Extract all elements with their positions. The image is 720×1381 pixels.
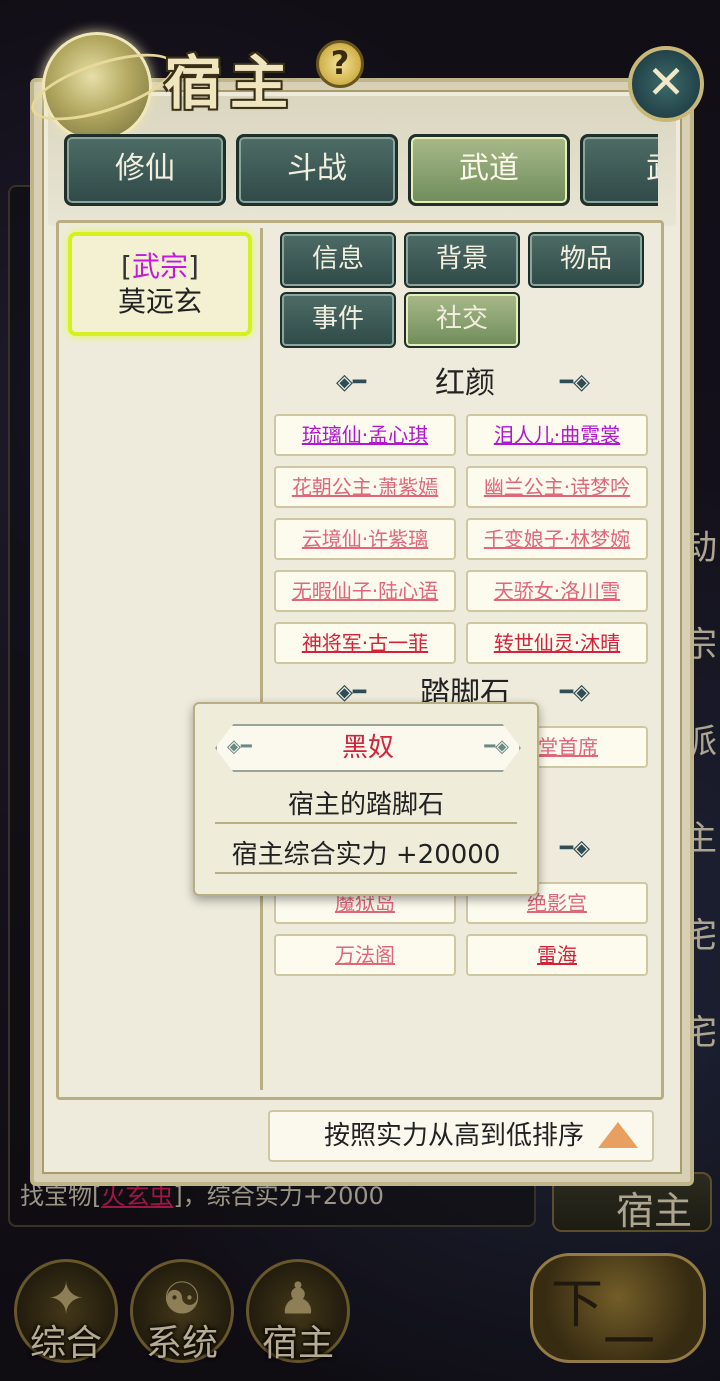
tooltip-description: 宿主的踏脚石: [287, 790, 444, 820]
subtab-social[interactable]: 社交: [404, 292, 520, 348]
subtab-background[interactable]: 背景: [404, 232, 520, 288]
diamond-right-icon: ━◈: [559, 680, 590, 705]
panel-title: 宿主: [164, 49, 297, 117]
beauty-chip[interactable]: 无暇仙子·陆心语: [274, 570, 456, 612]
beauty-chip[interactable]: 转世仙灵·沐晴: [466, 622, 648, 664]
subtab-info[interactable]: 信息: [280, 232, 396, 288]
sort-label: 按照实力从高到低排序: [323, 1121, 584, 1151]
host-sect-name: 武宗: [131, 250, 188, 283]
beauty-chip[interactable]: 琉璃仙·孟心琪: [274, 414, 456, 456]
subtab-events[interactable]: 事件: [280, 292, 396, 348]
enemy-chip[interactable]: 雷海: [466, 934, 648, 976]
diamond-right-icon: ━◈: [559, 836, 590, 861]
beauty-chip[interactable]: 云境仙·许紫璃: [274, 518, 456, 560]
section-beauties-title: 红颜: [435, 366, 495, 401]
column-divider: [260, 228, 263, 1090]
beauty-chip[interactable]: 泪人儿·曲霓裳: [466, 414, 648, 456]
close-button[interactable]: ✕: [628, 46, 704, 122]
beauty-chip[interactable]: 千变娘子·林梦婉: [466, 518, 648, 560]
tooltip-divider: [215, 872, 517, 874]
host-sect: [武宗]: [121, 250, 199, 283]
tooltip-divider: [215, 822, 517, 824]
sort-ascending-icon: [598, 1122, 638, 1148]
tab-battle[interactable]: 斗战: [236, 134, 398, 206]
main-tabs: 修仙 斗战 武道 武: [64, 134, 658, 208]
diamond-right-icon: ━◈: [559, 370, 590, 395]
tab-martial[interactable]: 武道: [408, 134, 570, 206]
tooltip-effect: 宿主综合实力 +20000: [231, 840, 501, 870]
help-button[interactable]: ?: [316, 40, 364, 88]
diamond-right-icon: ━◈: [484, 736, 509, 757]
beauty-chip[interactable]: 神将军·古一菲: [274, 622, 456, 664]
tab-martial-2[interactable]: 武: [580, 134, 658, 206]
section-beauties-header: ◈━ 红颜 ━◈: [270, 364, 660, 404]
enemy-chip[interactable]: 万法阁: [274, 934, 456, 976]
beauty-chip[interactable]: 幽兰公主·诗梦吟: [466, 466, 648, 508]
tab-cultivation[interactable]: 修仙: [64, 134, 226, 206]
tooltip-header: ◈━ 黑奴 ━◈: [215, 724, 521, 772]
host-list-item[interactable]: [武宗] 莫远玄: [68, 232, 252, 336]
tooltip-name: 黑奴: [341, 733, 394, 763]
beauty-chip[interactable]: 天骄女·洛川雪: [466, 570, 648, 612]
subtab-items[interactable]: 物品: [528, 232, 644, 288]
sort-toggle[interactable]: 按照实力从高到低排序: [268, 1110, 654, 1162]
host-name: 莫远玄: [117, 285, 202, 318]
panel-title-area: 宿主 ?: [23, 14, 364, 142]
beauty-chip[interactable]: 花朝公主·萧紫嫣: [274, 466, 456, 508]
relation-tooltip: ◈━ 黑奴 ━◈ 宿主的踏脚石 宿主综合实力 +20000: [193, 702, 539, 896]
